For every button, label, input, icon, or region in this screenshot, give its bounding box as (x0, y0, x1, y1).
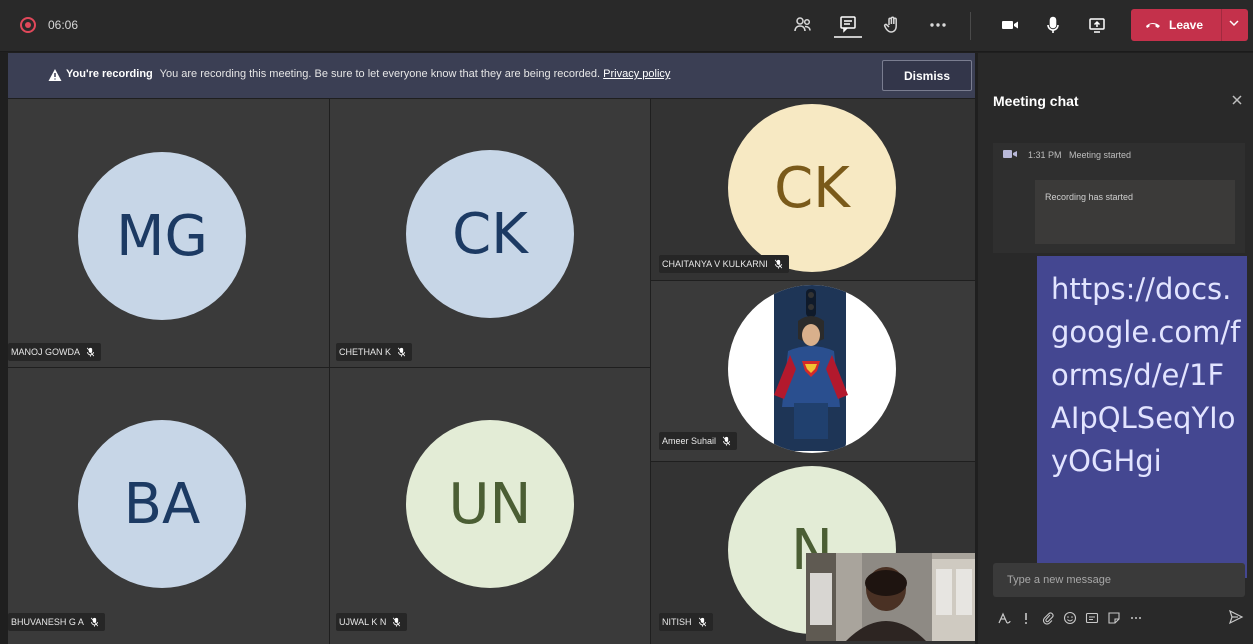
microphone-icon[interactable] (1039, 12, 1067, 38)
profile-photo-avatar (728, 285, 896, 453)
dismiss-button[interactable]: Dismiss (882, 60, 972, 91)
participant-tile-manoj[interactable]: MG MANOJ GOWDA (8, 99, 329, 367)
meeting-timer: 06:06 (48, 18, 79, 32)
privacy-policy-link[interactable]: Privacy policy (603, 68, 670, 80)
participant-name-tag: CHETHAN K (336, 343, 413, 361)
participant-name-tag: Ameer Suhail (659, 432, 738, 450)
avatar: UN (406, 420, 574, 588)
recording-banner: You're recording You are recording this … (8, 53, 975, 98)
avatar: MG (78, 152, 246, 320)
emoji-icon[interactable] (1059, 607, 1081, 629)
camera-icon[interactable] (996, 12, 1024, 38)
message-input[interactable] (993, 563, 1245, 597)
meeting-chat-panel: Meeting chat 1:31 PM Meeting started Rec… (978, 53, 1253, 644)
chat-message-text[interactable]: https://docs.google.com/forms/d/e/1FAIpQ… (1051, 268, 1241, 483)
leave-split (1221, 9, 1222, 41)
recording-indicator-icon (20, 17, 36, 33)
participant-name-tag: BHUVANESH G A (8, 613, 105, 631)
meeting-video-icon (1003, 150, 1017, 158)
recording-banner-title: You're recording (66, 68, 153, 80)
leave-button[interactable]: Leave (1131, 9, 1248, 41)
participants-icon[interactable] (789, 12, 817, 38)
mic-muted-icon (722, 436, 731, 446)
more-options-icon[interactable] (924, 12, 952, 38)
warning-icon (48, 69, 62, 81)
attach-icon[interactable] (1037, 607, 1059, 629)
chat-title: Meeting chat (993, 93, 1079, 109)
compose-box[interactable] (993, 563, 1245, 597)
participant-name: CHAITANYA V KULKARNI (662, 259, 768, 269)
participant-tile-bhuvanesh[interactable]: BA BHUVANESH G A (8, 368, 329, 644)
toolbar-divider (970, 12, 971, 40)
participant-name: CHETHAN K (339, 347, 392, 357)
participant-name: UJWAL K N (339, 617, 387, 627)
self-video-image (806, 553, 975, 641)
participant-tile-ujwal[interactable]: UN UJWAL K N (330, 368, 650, 644)
participant-tile-chaitanya[interactable]: CK CHAITANYA V KULKARNI (651, 99, 975, 280)
compose-toolbar (993, 605, 1245, 631)
meeting-toolbar: 06:06 Leave (0, 0, 1253, 52)
participant-name-tag: UJWAL K N (336, 613, 408, 631)
share-screen-icon[interactable] (1083, 12, 1111, 38)
gif-icon[interactable] (1081, 607, 1103, 629)
chat-toggle-icon[interactable] (834, 12, 862, 38)
participant-name: Ameer Suhail (662, 436, 717, 446)
priority-icon[interactable] (1015, 607, 1037, 629)
close-icon[interactable] (1230, 93, 1244, 107)
participant-name: MANOJ GOWDA (11, 347, 80, 357)
mic-muted-icon (393, 617, 401, 627)
mic-muted-icon (86, 347, 95, 357)
participant-tile-chethan[interactable]: CK CHETHAN K (330, 99, 650, 367)
participant-name: NITISH (662, 617, 692, 627)
event-label: Meeting started (1069, 150, 1132, 160)
mic-muted-icon (774, 259, 782, 269)
mic-muted-icon (90, 617, 99, 627)
participant-name-tag: NITISH (659, 613, 713, 631)
hang-up-icon (1146, 23, 1160, 28)
participant-name-tag: MANOJ GOWDA (8, 343, 101, 361)
recording-started-label: Recording has started (1045, 192, 1134, 202)
mic-muted-icon (698, 617, 706, 627)
avatar: CK (406, 150, 574, 318)
raise-hand-icon[interactable] (878, 12, 906, 38)
recording-banner-text: You're recording You are recording this … (66, 68, 670, 80)
more-options-icon[interactable] (1125, 607, 1147, 629)
format-icon[interactable] (993, 607, 1015, 629)
chevron-down-icon[interactable] (1228, 17, 1240, 29)
self-video-preview[interactable] (806, 553, 975, 641)
leave-label: Leave (1169, 18, 1204, 32)
recording-banner-message: You are recording this meeting. Be sure … (159, 68, 601, 80)
meeting-started-event: 1:31 PM Meeting started Recording has st… (993, 143, 1245, 253)
teams-meeting-window: 06:06 Leave You're recording You are rec… (0, 0, 1253, 644)
send-icon[interactable] (1228, 609, 1244, 625)
mic-muted-icon (397, 347, 406, 357)
chat-message[interactable]: https://docs.google.com/forms/d/e/1FAIpQ… (1037, 256, 1247, 578)
participant-name: BHUVANESH G A (11, 617, 84, 627)
participant-name-tag: CHAITANYA V KULKARNI (659, 255, 789, 273)
recording-started-card: Recording has started (1035, 180, 1235, 244)
sticker-icon[interactable] (1103, 607, 1125, 629)
event-time: 1:31 PM (1028, 150, 1062, 160)
avatar: BA (78, 420, 246, 588)
superman-phone-case-image (774, 285, 848, 451)
avatar: CK (728, 104, 896, 272)
